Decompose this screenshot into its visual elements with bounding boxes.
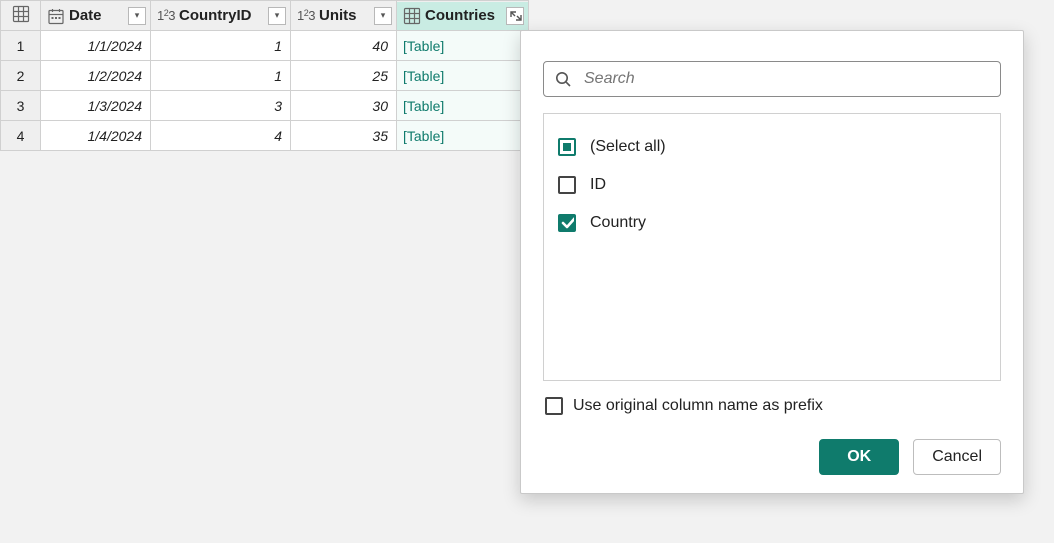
table-icon bbox=[403, 7, 421, 25]
expand-column-popup: (Select all) ID Country Use original col… bbox=[520, 30, 1024, 494]
search-input[interactable] bbox=[582, 69, 990, 89]
cell-units[interactable]: 40 bbox=[291, 31, 397, 61]
number-type-icon: 123 bbox=[157, 8, 175, 23]
option-select-all[interactable]: (Select all) bbox=[558, 128, 986, 166]
column-filter-button[interactable]: ▾ bbox=[374, 7, 392, 25]
column-label: Units bbox=[319, 7, 357, 24]
column-label: CountryID bbox=[179, 7, 252, 24]
expand-column-button[interactable] bbox=[506, 7, 524, 25]
cell-countries[interactable]: [Table] bbox=[397, 121, 529, 151]
cell-countries[interactable]: [Table] bbox=[397, 61, 529, 91]
cell-date[interactable]: 1/3/2024 bbox=[41, 91, 151, 121]
search-icon bbox=[554, 70, 572, 88]
option-label: ID bbox=[590, 176, 606, 194]
cell-date[interactable]: 1/1/2024 bbox=[41, 31, 151, 61]
search-box[interactable] bbox=[543, 61, 1001, 97]
checkbox-checked[interactable] bbox=[558, 214, 576, 232]
data-grid: Date ▾ 123 CountryID ▾ 123 bbox=[0, 0, 529, 151]
number-type-icon: 123 bbox=[297, 8, 315, 23]
checkbox-unchecked[interactable] bbox=[545, 397, 563, 415]
cell-date[interactable]: 1/4/2024 bbox=[41, 121, 151, 151]
cell-countries[interactable]: [Table] bbox=[397, 31, 529, 61]
ok-button[interactable]: OK bbox=[819, 439, 899, 475]
column-header-countryid[interactable]: 123 CountryID ▾ bbox=[151, 1, 291, 31]
row-header[interactable]: 2 bbox=[1, 61, 41, 91]
column-filter-button[interactable]: ▾ bbox=[128, 7, 146, 25]
column-filter-button[interactable]: ▾ bbox=[268, 7, 286, 25]
option-id[interactable]: ID bbox=[558, 166, 986, 204]
checkbox-indeterminate[interactable] bbox=[558, 138, 576, 156]
cell-units[interactable]: 25 bbox=[291, 61, 397, 91]
table-icon bbox=[12, 5, 30, 23]
row-header[interactable]: 3 bbox=[1, 91, 41, 121]
column-header-date[interactable]: Date ▾ bbox=[41, 1, 151, 31]
cell-date[interactable]: 1/2/2024 bbox=[41, 61, 151, 91]
column-header-countries[interactable]: Countries bbox=[397, 1, 529, 31]
corner-cell[interactable] bbox=[1, 1, 41, 31]
column-label: Countries bbox=[425, 7, 495, 24]
row-header[interactable]: 1 bbox=[1, 31, 41, 61]
column-list: (Select all) ID Country bbox=[543, 113, 1001, 381]
cell-countryid[interactable]: 1 bbox=[151, 31, 291, 61]
cancel-button[interactable]: Cancel bbox=[913, 439, 1001, 475]
cell-units[interactable]: 30 bbox=[291, 91, 397, 121]
cell-countries[interactable]: [Table] bbox=[397, 91, 529, 121]
checkbox-unchecked[interactable] bbox=[558, 176, 576, 194]
column-label: Date bbox=[69, 7, 102, 24]
row-header[interactable]: 4 bbox=[1, 121, 41, 151]
cell-countryid[interactable]: 1 bbox=[151, 61, 291, 91]
prefix-option[interactable]: Use original column name as prefix bbox=[543, 397, 1001, 415]
option-label: (Select all) bbox=[590, 138, 666, 156]
cell-countryid[interactable]: 4 bbox=[151, 121, 291, 151]
option-label: Country bbox=[590, 214, 646, 232]
cell-units[interactable]: 35 bbox=[291, 121, 397, 151]
cell-countryid[interactable]: 3 bbox=[151, 91, 291, 121]
calendar-icon bbox=[47, 7, 65, 25]
prefix-label: Use original column name as prefix bbox=[573, 397, 823, 415]
option-country[interactable]: Country bbox=[558, 204, 986, 242]
column-header-units[interactable]: 123 Units ▾ bbox=[291, 1, 397, 31]
